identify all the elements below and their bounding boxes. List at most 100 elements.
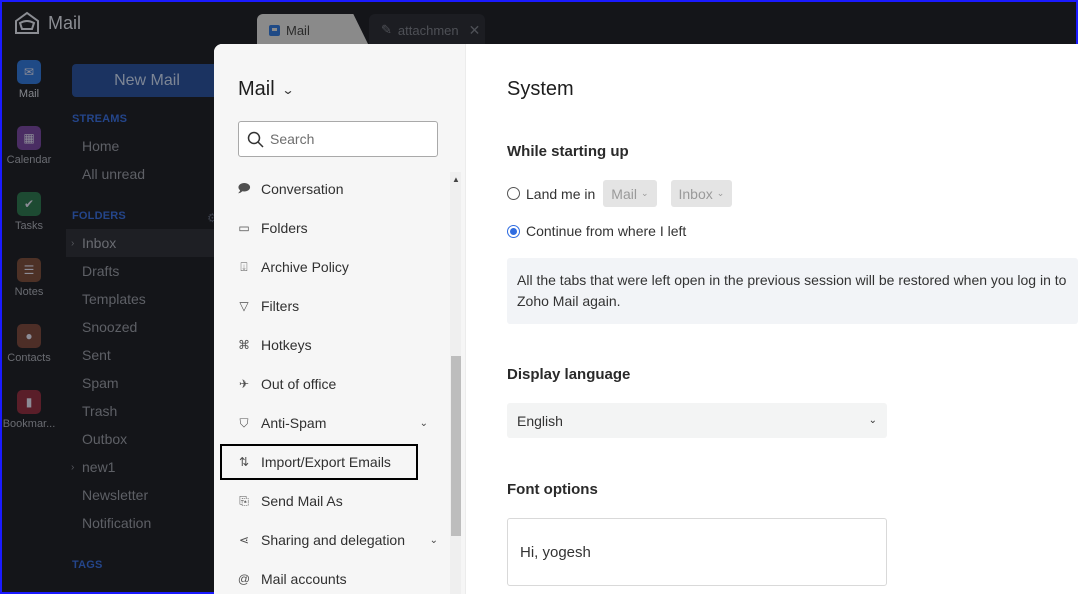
- search-icon: [247, 131, 264, 148]
- close-icon[interactable]: ✕: [469, 22, 481, 39]
- folder-sent[interactable]: Sent: [66, 341, 226, 369]
- rail-item-mail[interactable]: ✉ Mail: [2, 60, 56, 126]
- folder-new1[interactable]: › new1: [66, 453, 226, 481]
- option-land-me-in[interactable]: Land me in Mail ⌄ Inbox ⌄: [507, 180, 733, 207]
- menu-label: Folders: [261, 220, 308, 236]
- menu-item-sharing[interactable]: ⋖ Sharing and delegation ⌄: [220, 522, 444, 558]
- menu-label: Archive Policy: [261, 259, 349, 275]
- top-bar: Mail Mail ✎ attachmen ✕: [2, 2, 1076, 46]
- menu-item-folders[interactable]: ▭ Folders: [220, 210, 444, 246]
- rail-item-calendar[interactable]: ▦ Calendar: [2, 126, 56, 192]
- folder-inbox[interactable]: › Inbox: [66, 229, 226, 257]
- bookmark-icon: ▮: [17, 390, 41, 414]
- language-select[interactable]: English ⌄: [507, 403, 887, 438]
- app-rail: ✉ Mail ▦ Calendar ✔ Tasks ☰ Notes ● Cont…: [2, 60, 56, 456]
- folder-trash[interactable]: Trash: [66, 397, 226, 425]
- chevron-down-icon: ⌄: [868, 415, 877, 426]
- rail-label: Mail: [18, 88, 40, 100]
- rail-item-contacts[interactable]: ● Contacts: [2, 324, 56, 390]
- font-heading: Font options: [507, 481, 598, 498]
- chevron-right-icon[interactable]: ›: [71, 238, 74, 249]
- folder-templates[interactable]: Templates: [66, 285, 226, 313]
- folder-drafts[interactable]: Drafts: [66, 257, 226, 285]
- rail-item-bookmarks[interactable]: ▮ Bookmar...: [2, 390, 56, 456]
- settings-category-label: Mail: [238, 78, 275, 100]
- folder-label: Notification: [82, 515, 152, 531]
- menu-item-conversation[interactable]: 🗩 Conversation: [220, 171, 444, 207]
- folder-label: Drafts: [82, 263, 120, 279]
- folder-label: new1: [82, 459, 116, 475]
- chevron-down-icon[interactable]: ⌄: [430, 535, 438, 546]
- rail-label: Bookmar...: [2, 418, 56, 430]
- command-icon: ⌘: [238, 338, 250, 352]
- stream-label: All unread: [82, 166, 146, 182]
- menu-label: Conversation: [261, 181, 344, 197]
- scrollbar-thumb[interactable]: [451, 356, 461, 536]
- land-folder-select[interactable]: Inbox ⌄: [670, 180, 733, 207]
- radio-continue[interactable]: [507, 224, 520, 238]
- tab-bar: Mail ✎ attachmen ✕: [257, 14, 485, 46]
- folder-snoozed[interactable]: Snoozed: [66, 313, 226, 341]
- menu-label: Import/Export Emails: [261, 454, 391, 470]
- stream-home[interactable]: Home: [66, 132, 226, 160]
- menu-item-out-of-office[interactable]: ✈ Out of office: [220, 366, 444, 402]
- chevron-down-icon: ⌄: [281, 82, 295, 97]
- settings-sidebar: Mail ⌄ 🗩 Conversation ▭ Folders ⍗ Archive P…: [214, 44, 466, 594]
- chevron-down-icon: ⌄: [640, 188, 649, 198]
- new-mail-button[interactable]: New Mail: [72, 64, 222, 97]
- rail-label: Notes: [14, 286, 44, 298]
- select-value: Inbox: [678, 185, 713, 202]
- archive-icon: ⍗: [240, 259, 248, 274]
- tab-mail[interactable]: Mail: [257, 14, 369, 46]
- menu-label: Out of office: [261, 376, 337, 392]
- folder-label: Snoozed: [82, 319, 138, 335]
- folder-newsletter[interactable]: Newsletter: [66, 481, 226, 509]
- folder-label: Newsletter: [82, 487, 149, 503]
- settings-content: System While starting up Land me in Mail…: [467, 44, 1078, 594]
- tags-title: TAGS: [72, 559, 103, 571]
- rail-item-tasks[interactable]: ✔ Tasks: [2, 192, 56, 258]
- radio-land[interactable]: [507, 187, 520, 200]
- land-app-select[interactable]: Mail ⌄: [603, 180, 657, 207]
- startup-heading: While starting up: [507, 143, 629, 160]
- notes-icon: ☰: [17, 258, 41, 282]
- menu-item-hotkeys[interactable]: ⌘ Hotkeys: [220, 327, 444, 363]
- rail-label: Contacts: [7, 352, 51, 364]
- menu-label: Sharing and delegation: [261, 532, 406, 548]
- chevron-down-icon[interactable]: ⌄: [420, 418, 428, 429]
- select-value: English: [517, 412, 563, 429]
- settings-search: [238, 121, 438, 157]
- menu-item-archive-policy[interactable]: ⍗ Archive Policy: [220, 249, 444, 285]
- stream-label: Home: [82, 138, 120, 154]
- menu-item-anti-spam[interactable]: ⛉ Anti-Spam ⌄: [220, 405, 444, 441]
- stream-all-unread[interactable]: All unread: [66, 160, 226, 188]
- calendar-icon: ▦: [17, 126, 41, 150]
- folder-notification[interactable]: Notification: [66, 509, 226, 537]
- search-input[interactable]: [270, 131, 420, 147]
- menu-item-import-export[interactable]: ⇅ Import/Export Emails: [220, 444, 418, 480]
- menu-scrollbar[interactable]: ▲: [450, 172, 461, 594]
- folder-outbox[interactable]: Outbox: [66, 425, 226, 453]
- option-label: Land me in: [526, 185, 596, 202]
- tab-attachment[interactable]: ✎ attachmen ✕: [369, 14, 485, 46]
- option-continue[interactable]: Continue from where I left: [507, 223, 686, 239]
- folder-icon: ▭: [238, 221, 250, 235]
- page-title: System: [507, 78, 574, 100]
- folder-label: Inbox: [82, 235, 117, 251]
- menu-label: Mail accounts: [261, 571, 347, 587]
- rail-item-notes[interactable]: ☰ Notes: [2, 258, 56, 324]
- menu-item-mail-accounts[interactable]: @ Mail accounts: [220, 561, 444, 594]
- font-preview[interactable]: Hi, yogesh: [507, 518, 887, 586]
- share-icon: ⋖: [238, 533, 250, 547]
- scroll-up-icon[interactable]: ▲: [452, 175, 460, 184]
- option-label: Continue from where I left: [526, 223, 687, 239]
- settings-category-dropdown[interactable]: Mail ⌄: [238, 78, 295, 101]
- menu-item-send-mail-as[interactable]: ⎘ Send Mail As: [220, 483, 444, 519]
- folder-label: Trash: [82, 403, 118, 419]
- folders-title: FOLDERS: [72, 210, 126, 222]
- folder-label: Templates: [82, 291, 146, 307]
- brand: Mail: [14, 10, 81, 36]
- menu-item-filters[interactable]: ▽ Filters: [220, 288, 444, 324]
- chevron-right-icon[interactable]: ›: [71, 462, 74, 473]
- folder-spam[interactable]: Spam: [66, 369, 226, 397]
